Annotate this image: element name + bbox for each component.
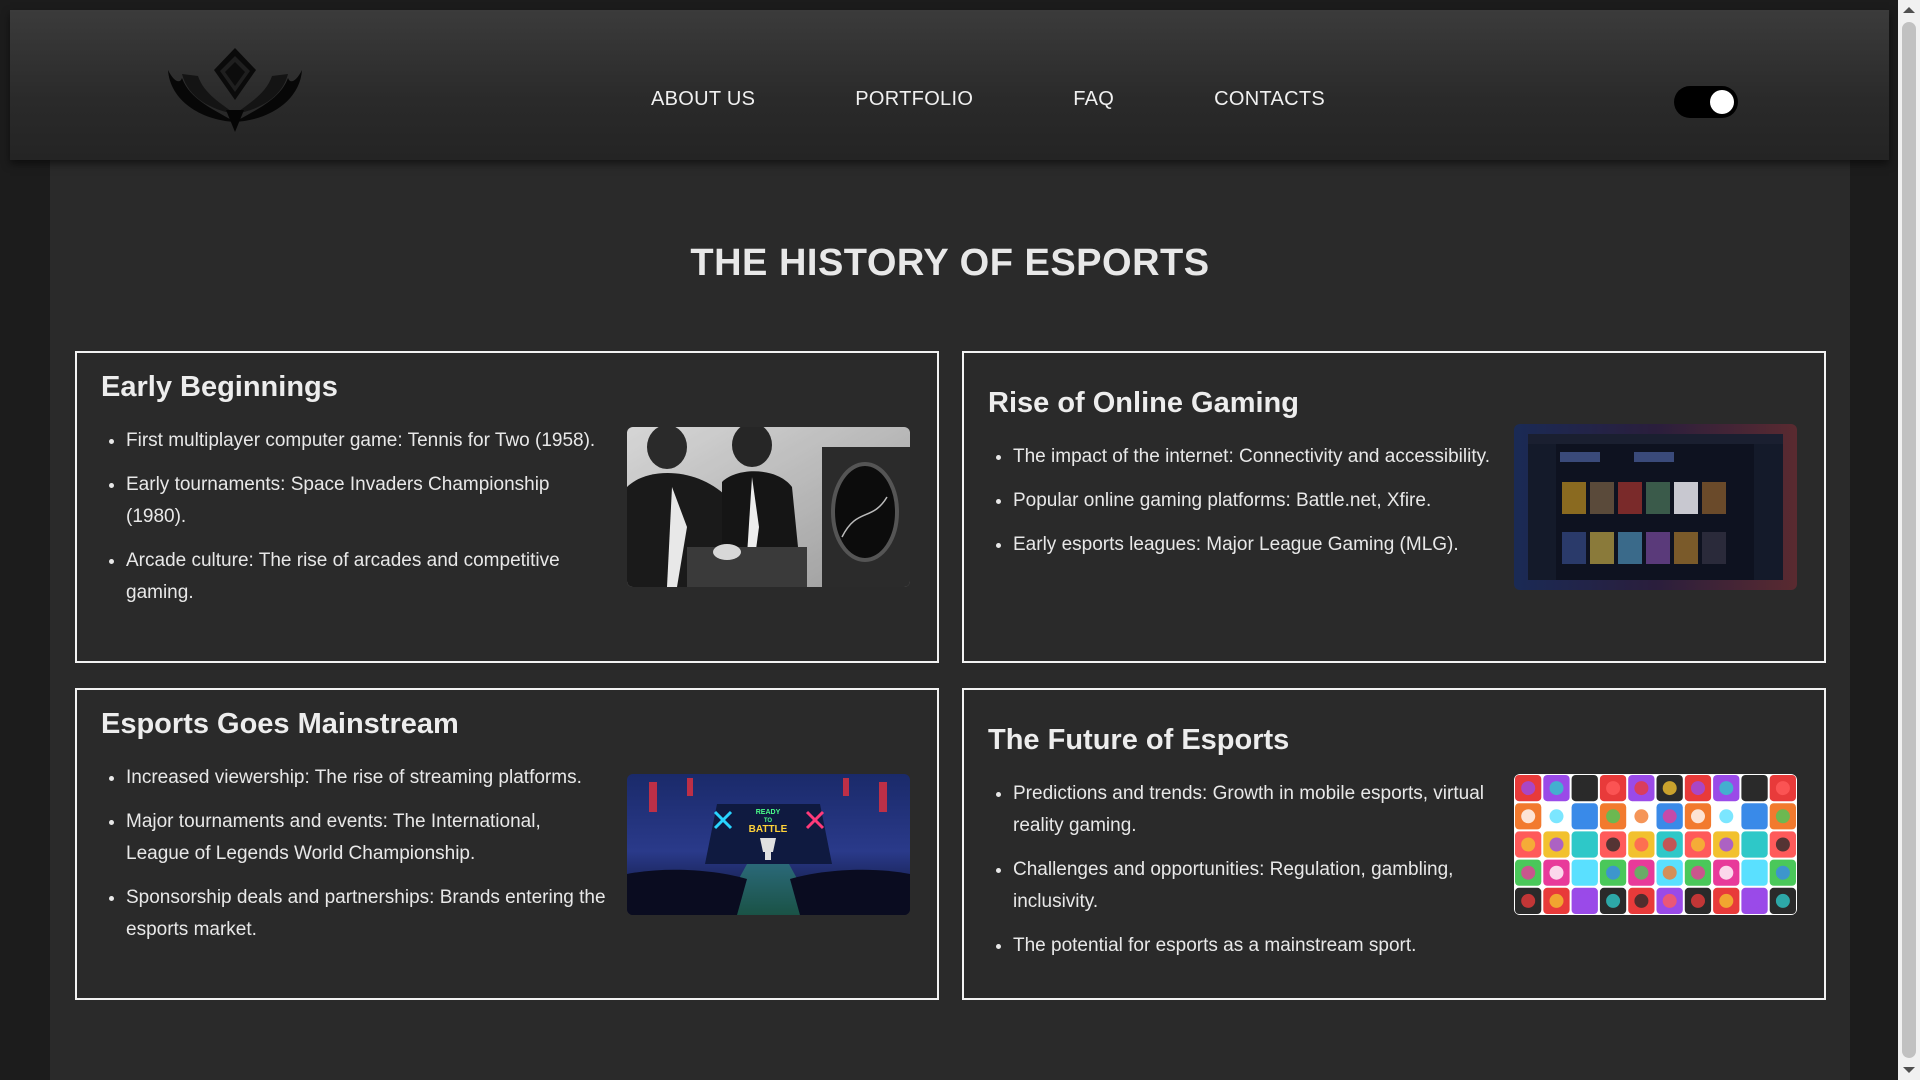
card-title: Rise of Online Gaming bbox=[988, 387, 1299, 419]
list-item: The impact of the internet: Connectivity… bbox=[1013, 441, 1493, 473]
app-tile-glyph bbox=[1577, 865, 1592, 880]
app-tile-glyph bbox=[1577, 893, 1592, 908]
app-tile-glyph bbox=[1662, 865, 1677, 880]
card-title: The Future of Esports bbox=[988, 724, 1290, 756]
app-tile-glyph bbox=[1691, 837, 1705, 852]
app-tile-glyph bbox=[1549, 893, 1564, 908]
app-tile-glyph bbox=[1662, 893, 1677, 908]
app-tile-glyph bbox=[1719, 865, 1734, 880]
app-tile-glyph bbox=[1634, 809, 1649, 824]
card-early-beginnings: Early Beginnings First multiplayer compu… bbox=[75, 351, 939, 663]
app-tile-glyph bbox=[1747, 837, 1762, 852]
app-tile-glyph bbox=[1549, 865, 1564, 880]
app-tile-glyph bbox=[1521, 809, 1536, 824]
app-tile-glyph bbox=[1747, 809, 1762, 824]
app-tile-glyph bbox=[1691, 893, 1705, 908]
app-tile-glyph bbox=[1634, 893, 1649, 908]
card-future-of-esports: The Future of Esports Predictions and tr… bbox=[962, 688, 1826, 1000]
app-tile-glyph bbox=[1719, 893, 1734, 908]
game-launcher-screenshot bbox=[1514, 424, 1797, 590]
theme-toggle[interactable] bbox=[1674, 86, 1738, 118]
scroll-down-arrow-icon[interactable] bbox=[1903, 1067, 1915, 1073]
app-tile-glyph bbox=[1521, 837, 1536, 852]
app-tile-glyph bbox=[1606, 893, 1621, 908]
app-tile-glyph bbox=[1775, 837, 1790, 852]
page-title: THE HISTORY OF ESPORTS bbox=[690, 242, 1210, 284]
app-tile-glyph bbox=[1606, 865, 1621, 880]
esports-arena-image: READY TO BATTLE bbox=[627, 774, 910, 915]
battle-label: BATTLE bbox=[749, 824, 788, 835]
list-item: Sponsorship deals and partnerships: Bran… bbox=[126, 882, 606, 946]
app-tile-glyph bbox=[1577, 781, 1592, 796]
app-tile-glyph bbox=[1662, 781, 1677, 796]
main-nav: ABOUT US PORTFOLIO FAQ CONTACTS bbox=[651, 88, 1325, 111]
app-tile-glyph bbox=[1634, 781, 1649, 796]
nav-portfolio[interactable]: PORTFOLIO bbox=[855, 88, 973, 111]
app-tile-glyph bbox=[1521, 781, 1536, 796]
app-tile-glyph bbox=[1747, 893, 1762, 908]
app-tile-glyph bbox=[1719, 781, 1734, 796]
app-tile-glyph bbox=[1719, 837, 1734, 852]
top-strip bbox=[0, 0, 1898, 10]
list-item: First multiplayer computer game: Tennis … bbox=[126, 425, 606, 457]
app-tile-glyph bbox=[1662, 809, 1677, 824]
card-rise-of-online-gaming: Rise of Online Gaming The impact of the … bbox=[962, 351, 1826, 663]
app-tile-glyph bbox=[1747, 865, 1762, 880]
list-item: Predictions and trends: Growth in mobile… bbox=[1013, 778, 1493, 842]
nav-contacts[interactable]: CONTACTS bbox=[1214, 88, 1325, 111]
app-tile-glyph bbox=[1634, 837, 1649, 852]
app-tile-glyph bbox=[1549, 837, 1564, 852]
card-list: First multiplayer computer game: Tennis … bbox=[101, 425, 606, 621]
app-tile-glyph bbox=[1662, 837, 1677, 852]
site-header: ABOUT US PORTFOLIO FAQ CONTACTS bbox=[10, 10, 1889, 160]
app-tile-glyph bbox=[1775, 809, 1790, 824]
app-tile-glyph bbox=[1719, 809, 1734, 824]
app-tile-glyph bbox=[1606, 809, 1621, 824]
list-item: Early esports leagues: Major League Gami… bbox=[1013, 529, 1493, 561]
vintage-computer-photo bbox=[627, 427, 910, 587]
app-tile-glyph bbox=[1577, 809, 1592, 824]
scroll-up-arrow-icon[interactable] bbox=[1903, 7, 1915, 13]
card-list: Increased viewership: The rise of stream… bbox=[101, 762, 606, 958]
scrollbar-thumb[interactable] bbox=[1902, 22, 1916, 1058]
main-content: THE HISTORY OF ESPORTS Early Beginnings … bbox=[50, 160, 1850, 1080]
app-tile-glyph bbox=[1691, 865, 1705, 880]
nav-faq[interactable]: FAQ bbox=[1073, 88, 1114, 111]
app-tile-glyph bbox=[1577, 837, 1592, 852]
list-item: Popular online gaming platforms: Battle.… bbox=[1013, 485, 1493, 517]
card-title: Early Beginnings bbox=[101, 371, 338, 403]
app-tile-glyph bbox=[1606, 781, 1621, 796]
list-item: Increased viewership: The rise of stream… bbox=[126, 762, 606, 794]
app-tile-glyph bbox=[1747, 781, 1762, 796]
mobile-games-icons-grid bbox=[1514, 774, 1797, 915]
app-tile-glyph bbox=[1606, 837, 1621, 852]
toggle-knob bbox=[1710, 90, 1734, 114]
app-tile-glyph bbox=[1634, 865, 1649, 880]
app-tile-glyph bbox=[1521, 893, 1536, 908]
app-tile-glyph bbox=[1775, 781, 1790, 796]
app-tile-glyph bbox=[1775, 865, 1790, 880]
card-esports-goes-mainstream: Esports Goes Mainstream Increased viewer… bbox=[75, 688, 939, 1000]
list-item: Early tournaments: Space Invaders Champi… bbox=[126, 469, 606, 533]
app-tile-glyph bbox=[1521, 865, 1536, 880]
card-list: Predictions and trends: Growth in mobile… bbox=[988, 778, 1493, 974]
card-title: Esports Goes Mainstream bbox=[101, 708, 459, 740]
list-item: Arcade culture: The rise of arcades and … bbox=[126, 545, 606, 609]
app-tile-glyph bbox=[1691, 781, 1705, 796]
logo-wings-icon[interactable] bbox=[160, 40, 310, 136]
app-tile-glyph bbox=[1549, 809, 1564, 824]
list-item: Major tournaments and events: The Intern… bbox=[126, 806, 606, 870]
ready-label: READY bbox=[756, 809, 781, 816]
card-list: The impact of the internet: Connectivity… bbox=[988, 441, 1493, 573]
app-tile-glyph bbox=[1775, 893, 1790, 908]
list-item: Challenges and opportunities: Regulation… bbox=[1013, 854, 1493, 918]
vertical-scrollbar[interactable] bbox=[1898, 0, 1920, 1080]
app-tile-glyph bbox=[1549, 781, 1564, 796]
app-tile-glyph bbox=[1691, 809, 1705, 824]
list-item: The potential for esports as a mainstrea… bbox=[1013, 930, 1493, 962]
nav-about-us[interactable]: ABOUT US bbox=[651, 88, 755, 111]
